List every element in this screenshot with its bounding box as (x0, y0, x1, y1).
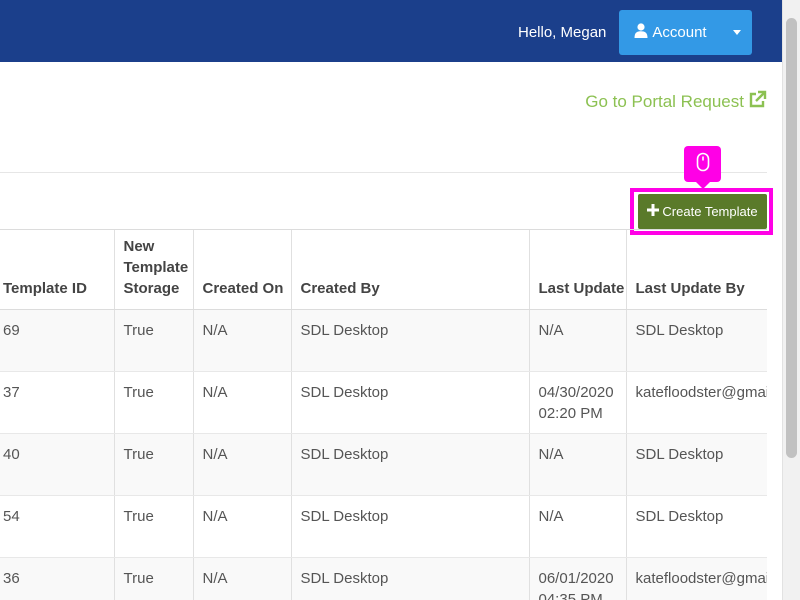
create-template-label: Create Template (662, 204, 758, 219)
portal-request-link[interactable]: Go to Portal Request (585, 90, 767, 113)
cell-new-template-storage: True (114, 433, 194, 496)
column-header-last-update[interactable]: Last Update (529, 230, 627, 310)
cell-new-template-storage: True (114, 557, 194, 600)
cell-created-by: SDL Desktop (291, 433, 530, 496)
column-header-created-on[interactable]: Created On (193, 230, 292, 310)
cell-created-by: SDL Desktop (291, 309, 530, 372)
column-header-new-template-storage[interactable]: New Template Storage (114, 230, 194, 310)
cell-template-id: 54 (0, 495, 115, 558)
cell-last-update: 04/30/2020 02:20 PM (529, 371, 627, 434)
plus-icon (647, 204, 660, 219)
cell-created-by: SDL Desktop (291, 371, 530, 434)
cell-last-update-by: SDL Desktop (626, 495, 767, 558)
user-icon (634, 23, 648, 42)
column-header-template-id[interactable]: Template ID (0, 230, 115, 310)
table-row[interactable]: 54 True N/A SDL Desktop N/A SDL Desktop (0, 495, 767, 558)
cell-last-update: N/A (529, 495, 627, 558)
cell-created-on: N/A (193, 433, 292, 496)
column-header-created-by[interactable]: Created By (291, 230, 530, 310)
cell-created-by: SDL Desktop (291, 557, 530, 600)
divider (0, 172, 767, 173)
cell-created-by: SDL Desktop (291, 495, 530, 558)
table-row[interactable]: 40 True N/A SDL Desktop N/A SDL Desktop (0, 433, 767, 496)
account-label: Account (652, 24, 707, 41)
table-row[interactable]: 69 True N/A SDL Desktop N/A SDL Desktop (0, 309, 767, 372)
caret-down-icon (733, 30, 741, 35)
cell-template-id: 37 (0, 371, 115, 434)
mouse-icon (696, 152, 710, 177)
vertical-scrollbar[interactable] (782, 0, 800, 600)
templates-table-container: Template ID New Template Storage Created… (0, 230, 767, 600)
cell-last-update-by: katefloodster@gmai (626, 557, 767, 600)
cell-created-on: N/A (193, 495, 292, 558)
cell-last-update: 06/01/2020 04:35 PM (529, 557, 627, 600)
cell-template-id: 40 (0, 433, 115, 496)
column-header-last-update-by[interactable]: Last Update By (626, 230, 767, 310)
cell-last-update-by: SDL Desktop (626, 309, 767, 372)
cell-template-id: 36 (0, 557, 115, 600)
account-dropdown-toggle[interactable] (722, 10, 752, 55)
account-button[interactable]: Account (619, 10, 722, 55)
cell-created-on: N/A (193, 371, 292, 434)
templates-table: Template ID New Template Storage Created… (0, 230, 767, 600)
create-template-button[interactable]: Create Template (638, 194, 767, 229)
cell-template-id: 69 (0, 309, 115, 372)
cell-new-template-storage: True (114, 495, 194, 558)
table-row[interactable]: 37 True N/A SDL Desktop 04/30/2020 02:20… (0, 371, 767, 434)
cell-created-on: N/A (193, 557, 292, 600)
table-header-row: Template ID New Template Storage Created… (0, 230, 767, 310)
cell-created-on: N/A (193, 309, 292, 372)
cell-last-update-by: SDL Desktop (626, 433, 767, 496)
scrollbar-thumb[interactable] (786, 18, 797, 458)
cell-last-update: N/A (529, 309, 627, 372)
portal-request-label: Go to Portal Request (585, 91, 744, 111)
user-greeting: Hello, Megan (518, 24, 607, 41)
cell-last-update-by: katefloodster@gmai (626, 371, 767, 434)
cell-last-update: N/A (529, 433, 627, 496)
top-navbar: Hello, Megan Account (0, 0, 782, 62)
table-row[interactable]: 36 True N/A SDL Desktop 06/01/2020 04:35… (0, 557, 767, 600)
cell-new-template-storage: True (114, 371, 194, 434)
click-indicator (684, 146, 721, 182)
cell-new-template-storage: True (114, 309, 194, 372)
account-button-group: Account (619, 10, 752, 55)
external-link-icon (748, 90, 767, 113)
